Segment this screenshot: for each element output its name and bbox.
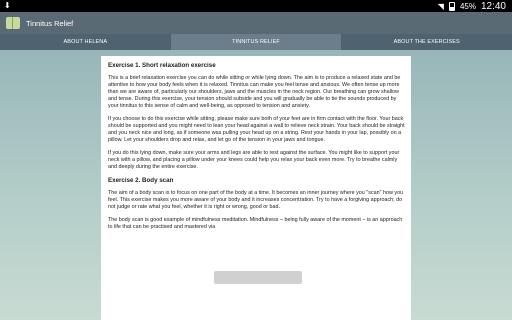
exercise-2-paragraph-1: The aim of a body scan is to focus on on… (108, 190, 404, 210)
app-book-icon[interactable] (6, 17, 20, 29)
tab-bar: ABOUT HELENA TINNITUS RELIEF ABOUT THE E… (0, 34, 512, 50)
action-bar: Tinnitus Relief (0, 12, 512, 34)
exercise-1-paragraph-3: If you do this lying down, make sure you… (108, 150, 400, 170)
clock: 12:40 (480, 0, 506, 12)
exercise-2-title: Exercise 2. Body scan (108, 177, 174, 184)
status-bar: ⬇ ◥ 45% 12:40 (0, 0, 512, 12)
overlay-toast (214, 271, 302, 284)
exercise-1-title: Exercise 1. Short relaxation exercise (108, 62, 216, 69)
exercise-1-paragraph-2: If you choose to do this exercise while … (108, 116, 405, 143)
battery-level: 45% (459, 1, 476, 11)
exercise-1-paragraph-1: This is a brief relaxation exercise you … (108, 75, 401, 109)
download-notification-icon: ⬇ (4, 1, 11, 10)
tab-about-helena[interactable]: ABOUT HELENA (0, 34, 171, 50)
tab-tinnitus-relief[interactable]: TINNITUS RELIEF (170, 34, 342, 50)
tab-about-the-exercises[interactable]: ABOUT THE EXERCISES (341, 34, 512, 50)
app-title: Tinnitus Relief (26, 18, 74, 28)
exercise-2-paragraph-2: The body scan is good example of mindful… (108, 217, 403, 230)
battery-icon (448, 1, 455, 11)
wifi-icon: ◥ (437, 1, 444, 11)
